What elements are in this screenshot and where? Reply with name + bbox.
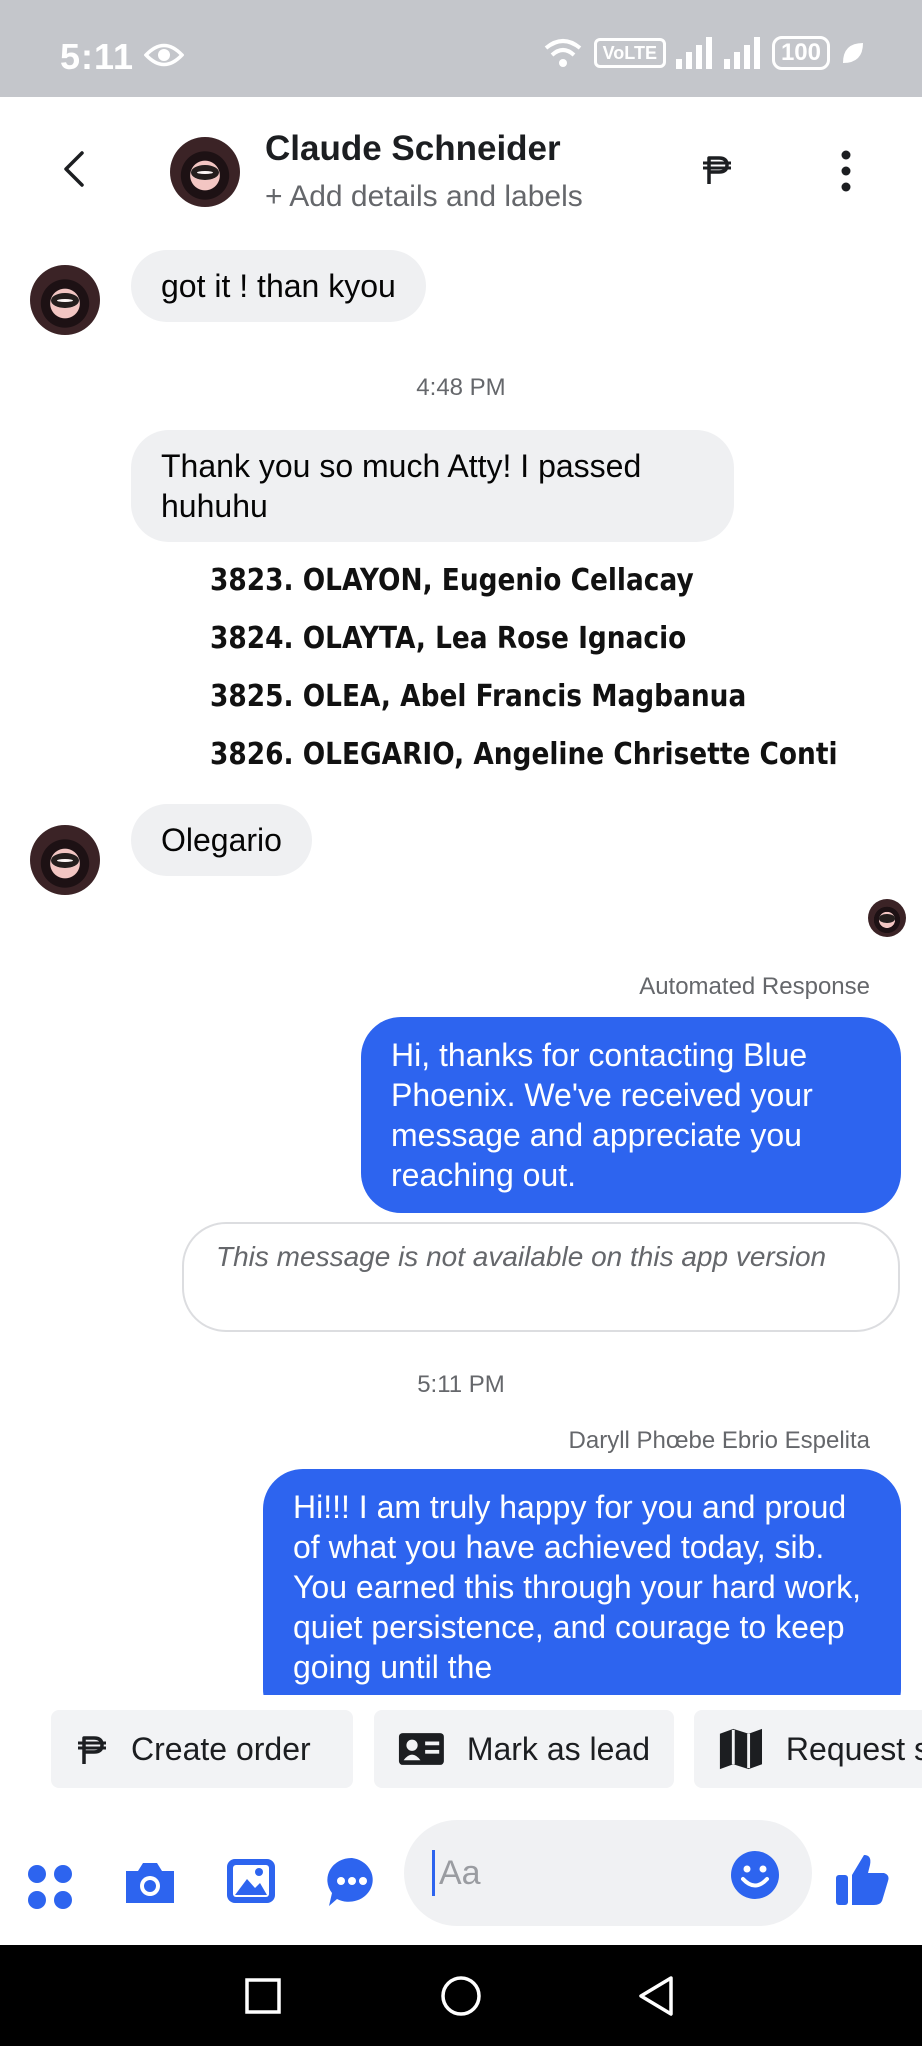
automated-response-label: Automated Response — [639, 973, 870, 1000]
incoming-message[interactable]: Olegario — [131, 804, 312, 876]
recent-apps-icon[interactable] — [245, 1978, 281, 2014]
status-icons: VoLTE 100 — [542, 36, 866, 70]
request-label: Request s — [785, 1730, 922, 1767]
attachment-line: 3825. OLEA, Abel Francis Magbanua — [210, 679, 747, 714]
saved-replies-icon[interactable] — [325, 1855, 379, 1909]
request-button[interactable]: Request s — [694, 1710, 922, 1788]
contact-card-icon — [398, 1733, 444, 1765]
composer-bar — [0, 1795, 922, 1945]
wifi-icon — [544, 39, 581, 67]
sender-name: Daryll Phœbe Ebrio Espelita — [568, 1427, 870, 1454]
sender-avatar — [30, 265, 100, 335]
more-options-icon[interactable] — [838, 149, 854, 193]
contact-name[interactable]: Claude Schneider — [265, 129, 561, 169]
contact-avatar[interactable] — [170, 137, 240, 207]
timestamp: 4:48 PM — [416, 374, 506, 401]
message-input-container — [404, 1820, 812, 1926]
peso-icon — [78, 1736, 106, 1764]
timestamp: 5:11 PM — [417, 1371, 505, 1398]
status-time: 5:11 — [60, 36, 135, 77]
eye-icon — [144, 43, 184, 67]
incoming-message[interactable]: got it ! than kyou — [131, 250, 426, 322]
conversation-header: Claude Schneider + Add details and label… — [0, 97, 922, 247]
system-navigation-bar — [0, 1945, 922, 2046]
message-thread[interactable]: got it ! than kyou 4:48 PM Thank you so … — [0, 247, 922, 1695]
signal-icon-2 — [723, 37, 760, 69]
back-icon[interactable] — [637, 1975, 675, 2017]
emoji-icon[interactable] — [730, 1850, 780, 1900]
attachment-line: 3823. OLAYON, Eugenio Cellacay — [210, 563, 694, 598]
leaf-icon — [843, 43, 863, 63]
volte-badge: VoLTE — [593, 38, 666, 68]
outgoing-message[interactable]: Hi!!! I am truly happy for you and proud… — [263, 1469, 901, 1695]
unavailable-message-notice: This message is not available on this ap… — [182, 1222, 900, 1332]
create-order-label: Create order — [131, 1730, 311, 1767]
status-bar: 5:11 VoLTE 100 — [0, 0, 922, 97]
create-order-button[interactable]: Create order — [51, 1710, 353, 1788]
outgoing-message[interactable]: Hi, thanks for contacting Blue Phoenix. … — [361, 1017, 901, 1213]
battery-indicator: 100 — [771, 36, 830, 70]
apps-grid-icon[interactable] — [26, 1863, 74, 1911]
gallery-icon[interactable] — [225, 1857, 277, 1905]
peso-icon[interactable] — [700, 152, 734, 186]
attachment-line: 3824. OLAYTA, Lea Rose Ignacio — [210, 621, 687, 656]
back-arrow-icon[interactable] — [56, 149, 96, 189]
attachment-image[interactable]: 3823. OLAYON, Eugenio Cellacay 3824. OLA… — [210, 552, 844, 784]
thumbs-up-icon[interactable] — [834, 1851, 890, 1907]
signal-icon — [675, 37, 712, 69]
map-icon — [719, 1728, 763, 1770]
add-details-link[interactable]: + Add details and labels — [265, 180, 583, 214]
incoming-message[interactable]: Thank you so much Atty! I passed huhuhu — [131, 430, 734, 542]
home-icon[interactable] — [440, 1975, 482, 2017]
attachment-line: 3826. OLEGARIO, Angeline Chrisette Conti — [210, 737, 838, 772]
seen-avatar — [868, 899, 906, 937]
sender-avatar — [30, 825, 100, 895]
quick-actions-bar: Create order Mark as lead Request s — [0, 1695, 922, 1795]
mark-as-lead-label: Mark as lead — [466, 1730, 650, 1767]
camera-icon[interactable] — [122, 1859, 178, 1907]
mark-as-lead-button[interactable]: Mark as lead — [374, 1710, 674, 1788]
message-input[interactable] — [432, 1850, 712, 1896]
